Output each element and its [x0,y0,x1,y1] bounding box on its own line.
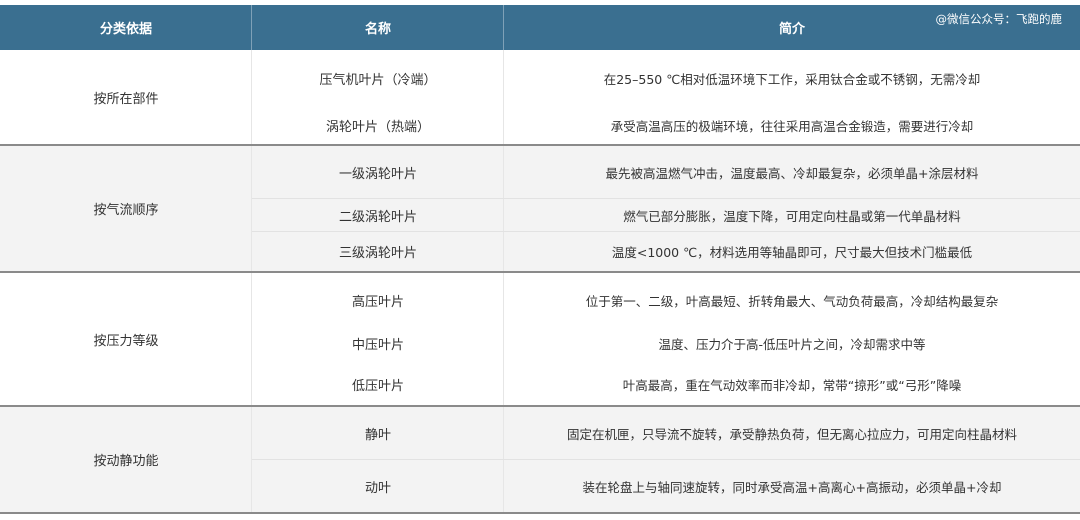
blade-name: 中压叶片 [351,337,404,353]
blade-name: 静叶 [364,427,391,443]
blade-name: 涡轮叶片（热端） [325,119,430,135]
blade-name: 高压叶片 [351,294,404,310]
category-cell: 按气流顺序 [93,203,159,218]
blade-description: 温度<1000 ℃，材料选用等轴晶即可，尺寸最大但技术门槛最低 [611,245,973,260]
blade-description: 位于第一、二级，叶高最短、折转角最大、气动负荷最高，冷却结构最复杂 [585,293,999,309]
blade-description: 燃气已部分膨胀，温度下降，可用定向柱晶或第一代单晶材料 [623,208,961,224]
category-cell: 按所在部件 [93,92,159,107]
category-cell: 按动静功能 [93,454,159,469]
blade-name: 三级涡轮叶片 [338,246,417,261]
blade-description: 装在轮盘上与轴同速旋转，同时承受高温+高离心+高振动，必须单晶+冷却 [582,479,1002,495]
group-by-pressure-level: 按压力等级 高压叶片 位于第一、二级，叶高最短、折转角最大、气动负荷最高，冷却结… [0,273,1080,405]
header-category: 分类依据 [99,22,152,37]
blade-description: 叶高最高，重在气动效率而非冷却，常带“掠形”或“弓形”降噪 [622,377,962,393]
blade-name: 动叶 [364,480,391,496]
blade-description: 温度、压力介于高-低压叶片之间，冷却需求中等 [658,336,926,352]
blade-description: 固定在机匣，只导流不旋转，承受静热负荷，但无离心拉应力，可用定向柱晶材料 [566,426,1017,442]
header-name: 名称 [364,22,391,37]
table-header: 分类依据 名称 简介 @微信公众号：飞跑的鹿 [0,5,1080,50]
watermark: @微信公众号：飞跑的鹿 [935,12,1063,26]
blade-description: 最先被高温燃气冲击，温度最高、冷却最复杂，必须单晶+涂层材料 [605,165,979,181]
blade-name: 二级涡轮叶片 [338,209,417,225]
table-bottom-rule [0,512,1080,514]
blade-name: 一级涡轮叶片 [338,166,417,182]
blade-name: 低压叶片 [351,378,404,394]
category-cell: 按压力等级 [93,333,159,349]
group-by-static-dynamic: 按动静功能 静叶 固定在机匣，只导流不旋转，承受静热负荷，但无离心拉应力，可用定… [0,407,1080,512]
blade-description: 在25–550 ℃相对低温环境下工作，采用钛合金或不锈钢，无需冷却 [603,71,981,87]
group-by-component: 按所在部件 压气机叶片（冷端） 在25–550 ℃相对低温环境下工作，采用钛合金… [0,50,1080,145]
blade-name: 压气机叶片（冷端） [319,72,437,88]
blade-description: 承受高温高压的极端环境，往往采用高温合金锻造，需要进行冷却 [610,118,974,134]
group-by-flow-order: 按气流顺序 一级涡轮叶片 最先被高温燃气冲击，温度最高、冷却最复杂，必须单晶+涂… [0,146,1080,271]
blade-classification-table: 分类依据 名称 简介 @微信公众号：飞跑的鹿 按所在部件 压气机叶片（冷端） 在… [0,0,1080,520]
